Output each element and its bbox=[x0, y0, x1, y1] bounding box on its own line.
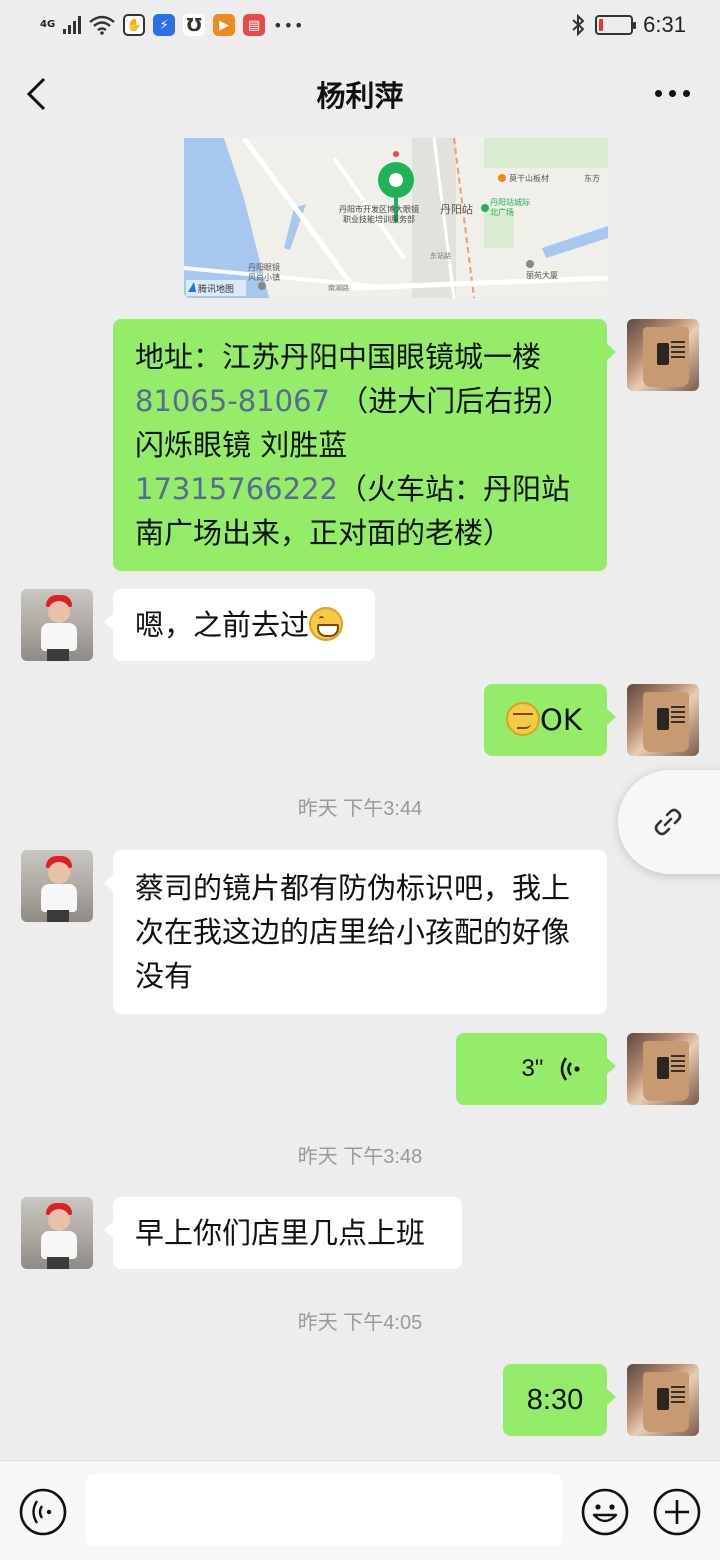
emoji-icon[interactable] bbox=[580, 1487, 630, 1537]
map-mansion: 丽苑大厦 bbox=[526, 270, 558, 280]
message-bubble-text[interactable]: 嗯，之前去过 bbox=[104, 589, 375, 661]
message-bubble-text[interactable]: 8:30 bbox=[503, 1364, 616, 1436]
signal-icon bbox=[63, 16, 82, 34]
phone-link[interactable]: 17315766222 bbox=[135, 472, 338, 506]
message-line: 17315766222（火车站：丹阳站 bbox=[135, 472, 570, 506]
chat-header: 杨利萍 bbox=[0, 50, 720, 138]
hand-app-icon: ✋ bbox=[123, 14, 146, 36]
battery-icon bbox=[595, 15, 637, 35]
grin-emoji-icon bbox=[309, 607, 344, 641]
message-text: OK bbox=[540, 703, 582, 737]
my-avatar[interactable] bbox=[627, 319, 699, 391]
floating-link-button[interactable] bbox=[618, 770, 720, 874]
location-map-card[interactable]: 丹阳市开发区博大眼镜 职业技能培训服务部 丹阳站 丹阳站城际 北广场 莫干山板材… bbox=[184, 138, 608, 298]
contact-avatar[interactable] bbox=[21, 589, 93, 661]
message-line: 闪烁眼镜 刘胜蓝 bbox=[135, 428, 348, 462]
smirk-emoji-icon bbox=[506, 702, 540, 736]
more-icon[interactable] bbox=[655, 90, 690, 97]
message-bubble-ok[interactable]: OK bbox=[484, 684, 616, 756]
lightning-app-icon: ⚡ bbox=[153, 14, 176, 36]
map-road1: 南湖路 bbox=[328, 283, 349, 292]
wifi-icon bbox=[89, 15, 115, 35]
voice-duration: 3" bbox=[521, 1055, 544, 1082]
map-poi1b: 职业技能培训服务部 bbox=[343, 214, 415, 224]
my-avatar[interactable] bbox=[627, 1033, 699, 1105]
message-text: 早上你们店里几点上班 bbox=[135, 1216, 426, 1250]
status-time: 6:31 bbox=[643, 12, 686, 37]
my-avatar[interactable] bbox=[627, 1364, 699, 1436]
message-line: 次在我这边的店里给小孩配的好像 bbox=[135, 915, 571, 949]
network-type: 4G bbox=[40, 19, 56, 30]
u-app-icon: Ʊ bbox=[183, 14, 206, 36]
map-poi1: 丹阳市开发区博大眼镜 bbox=[339, 204, 419, 214]
map-east: 东方 bbox=[584, 173, 600, 183]
map-provider-label: 腾讯地图 bbox=[198, 283, 234, 295]
my-avatar[interactable] bbox=[627, 684, 699, 756]
status-bar: 4G ✋ ⚡ Ʊ ▶ ▤ ••• 6:31 bbox=[0, 0, 720, 50]
message-text: 8:30 bbox=[526, 1384, 584, 1416]
voice-message-bubble[interactable]: 3" bbox=[456, 1033, 616, 1105]
message-text: 嗯，之前去过 bbox=[135, 608, 310, 642]
voice-wave-icon bbox=[560, 1057, 580, 1081]
map-north-square-b: 北广场 bbox=[490, 207, 514, 217]
map-building: 莫干山板材 bbox=[509, 173, 549, 183]
contact-avatar[interactable] bbox=[21, 1197, 93, 1269]
message-line: 南广场出来，正对面的老楼） bbox=[135, 516, 513, 550]
contact-avatar[interactable] bbox=[21, 850, 93, 922]
voice-icon[interactable] bbox=[18, 1487, 68, 1537]
map-lake-b: 风尚小镇 bbox=[248, 272, 280, 282]
timestamp: 昨天 下午3:44 bbox=[297, 798, 423, 820]
message-line: 81065-81067 （进大门后右拐） bbox=[135, 384, 572, 418]
back-icon[interactable] bbox=[24, 76, 48, 112]
chat-title: 杨利萍 bbox=[316, 79, 404, 113]
message-bubble-text[interactable]: 早上你们店里几点上班 bbox=[104, 1197, 462, 1269]
message-bubble-text[interactable]: 蔡司的镜片都有防伪标识吧，我上 次在我这边的店里给小孩配的好像 没有 bbox=[104, 850, 607, 1014]
bluetooth-icon bbox=[572, 14, 585, 36]
timestamp: 昨天 下午3:48 bbox=[297, 1146, 423, 1168]
map-lake: 丹阳眼镜 bbox=[248, 262, 280, 272]
map-north-square: 丹阳站城际 bbox=[490, 197, 530, 207]
input-bar bbox=[0, 1460, 720, 1560]
more-notifications-icon: ••• bbox=[273, 15, 305, 35]
map-road2: 东站路 bbox=[430, 251, 451, 260]
message-bubble-address[interactable]: 地址：江苏丹阳中国眼镜城一楼 81065-81067 （进大门后右拐） 闪烁眼镜… bbox=[113, 319, 616, 571]
message-line: 蔡司的镜片都有防伪标识吧，我上 bbox=[135, 871, 571, 905]
book-app-icon: ▤ bbox=[243, 14, 266, 36]
message-list[interactable]: 丹阳市开发区博大眼镜 职业技能培训服务部 丹阳站 丹阳站城际 北广场 莫干山板材… bbox=[0, 138, 720, 1460]
phone-link[interactable]: 81065-81067 bbox=[135, 384, 330, 418]
plus-icon[interactable] bbox=[652, 1487, 702, 1537]
message-line: 没有 bbox=[135, 959, 194, 993]
play-app-icon: ▶ bbox=[213, 14, 236, 36]
message-line: 地址：江苏丹阳中国眼镜城一楼 bbox=[135, 340, 542, 374]
map-station: 丹阳站 bbox=[440, 202, 473, 216]
timestamp: 昨天 下午4:05 bbox=[297, 1312, 423, 1334]
map-image: 丹阳市开发区博大眼镜 职业技能培训服务部 丹阳站 丹阳站城际 北广场 莫干山板材… bbox=[184, 138, 608, 298]
link-icon bbox=[654, 808, 682, 836]
message-input[interactable] bbox=[86, 1474, 562, 1546]
